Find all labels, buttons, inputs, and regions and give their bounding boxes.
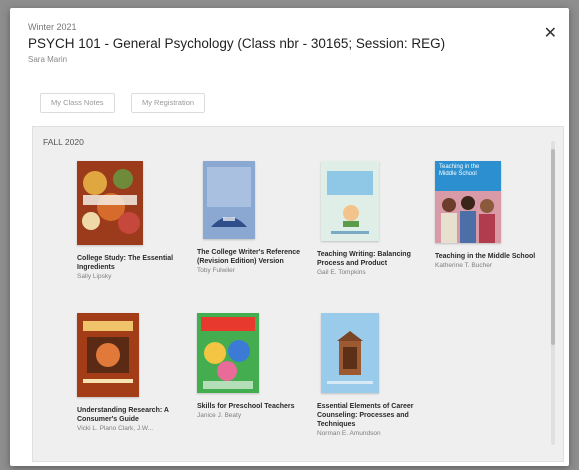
book-author: Sally Lipsky: [77, 273, 112, 280]
book-title[interactable]: Skills for Preschool Teachers: [197, 402, 309, 411]
modal-header: Winter 2021 PSYCH 101 - General Psycholo…: [28, 22, 529, 64]
book-author: Gail E. Tompkins: [317, 269, 366, 276]
book-item[interactable]: Teaching in the Middle School Teaching i…: [435, 161, 547, 269]
book-item[interactable]: The College Writer's Reference (Revision…: [197, 161, 309, 274]
book-author: Janice J. Beaty: [197, 412, 242, 419]
term-label: Winter 2021: [28, 22, 77, 32]
book-list-panel: FALL 2020 College Study: The Essential I…: [32, 126, 564, 462]
book-author: Norman E. Amundson: [317, 430, 381, 437]
semester-heading: FALL 2020: [43, 137, 84, 147]
instructor-name: Sara Marin: [28, 55, 68, 64]
book-title[interactable]: Essential Elements of Career Counseling:…: [317, 402, 429, 429]
book-cover[interactable]: [77, 313, 139, 397]
book-cover[interactable]: [197, 313, 259, 393]
book-title[interactable]: Teaching Writing: Balancing Process and …: [317, 250, 429, 268]
my-registration-button[interactable]: My Registration: [130, 93, 206, 113]
book-item[interactable]: Teaching Writing: Balancing Process and …: [317, 161, 429, 276]
book-author: Katherine T. Bucher: [435, 262, 492, 269]
close-icon[interactable]: ✕: [544, 26, 557, 42]
course-title: PSYCH 101 - General Psychology (Class nb…: [28, 36, 446, 51]
book-item[interactable]: College Study: The Essential Ingredients…: [77, 161, 189, 280]
book-cover[interactable]: [77, 161, 143, 245]
book-title[interactable]: Teaching in the Middle School: [435, 252, 547, 261]
book-cover[interactable]: [203, 161, 255, 239]
textbook-modal: Winter 2021 PSYCH 101 - General Psycholo…: [10, 8, 569, 466]
book-author: Toby Fulwiler: [197, 267, 235, 274]
book-item[interactable]: Understanding Research: A Consumer's Gui…: [77, 313, 189, 432]
book-title[interactable]: College Study: The Essential Ingredients: [77, 254, 189, 272]
book-item[interactable]: Essential Elements of Career Counseling:…: [317, 313, 429, 437]
book-author: Vicki L. Plano Clark, J.W...: [77, 425, 154, 432]
my-class-notes-button[interactable]: My Class Notes: [40, 93, 115, 113]
book-item[interactable]: Skills for Preschool Teachers Janice J. …: [197, 313, 309, 419]
action-buttons: My Class Notes My Registration: [40, 92, 217, 113]
book-cover[interactable]: [321, 313, 379, 393]
book-title[interactable]: Understanding Research: A Consumer's Gui…: [77, 406, 189, 424]
book-cover[interactable]: Teaching in the Middle School: [435, 161, 501, 243]
scrollbar[interactable]: [551, 141, 555, 445]
book-cover[interactable]: [321, 161, 379, 241]
scrollbar-thumb[interactable]: [551, 149, 555, 345]
book-title[interactable]: The College Writer's Reference (Revision…: [197, 248, 309, 266]
